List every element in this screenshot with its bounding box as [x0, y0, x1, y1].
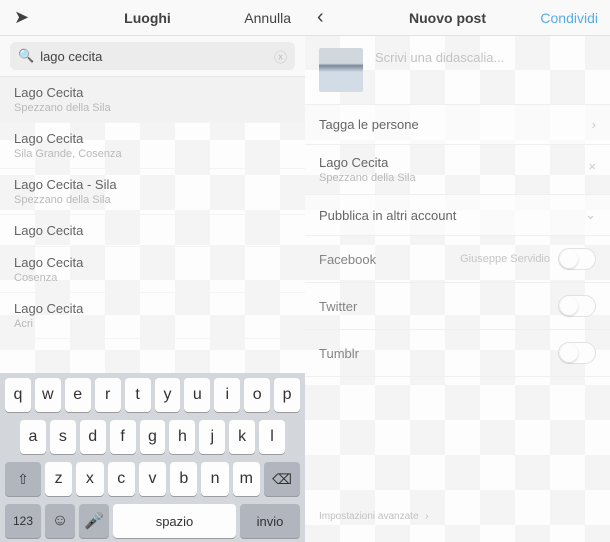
result-item[interactable]: Lago Cecita Acri: [0, 293, 305, 339]
key-c[interactable]: c: [108, 462, 135, 496]
mic-key[interactable]: 🎤: [79, 504, 109, 538]
result-sub: Spezzano della Sila: [14, 102, 291, 114]
result-name: Lago Cecita: [14, 131, 291, 146]
return-key[interactable]: invio: [240, 504, 300, 538]
tag-people-row[interactable]: Tagga le persone ›: [305, 105, 610, 145]
share-label: Twitter: [319, 299, 558, 314]
header: ‹ Nuovo post Condividi: [305, 0, 610, 36]
header-title: Nuovo post: [365, 10, 530, 26]
share-label: Facebook: [319, 252, 460, 267]
share-label: Tumblr: [319, 346, 558, 361]
chevron-right-icon: ›: [425, 511, 428, 522]
key-x[interactable]: x: [76, 462, 103, 496]
key-m[interactable]: m: [233, 462, 260, 496]
result-name: Lago Cecita: [14, 223, 291, 238]
share-facebook-row: Facebook Giuseppe Servidio: [305, 236, 610, 283]
key-l[interactable]: l: [259, 420, 285, 454]
key-f[interactable]: f: [110, 420, 136, 454]
advanced-settings-label: Impostazioni avanzate: [319, 511, 419, 522]
result-sub: Acri: [14, 318, 291, 330]
search-bar: 🔍 ⓧ: [0, 36, 305, 77]
key-w[interactable]: w: [35, 378, 61, 412]
back-icon[interactable]: ‹: [305, 6, 365, 29]
result-sub: Spezzano della Sila: [14, 194, 291, 206]
location-name: Lago Cecita: [319, 155, 596, 170]
result-sub: Cosenza: [14, 272, 291, 284]
key-g[interactable]: g: [140, 420, 166, 454]
chevron-down-icon: ⌄: [585, 207, 596, 223]
location-sub: Spezzano della Sila: [319, 172, 596, 184]
search-input[interactable]: [40, 49, 274, 64]
clear-icon[interactable]: ⓧ: [274, 47, 287, 66]
key-i[interactable]: i: [214, 378, 240, 412]
key-q[interactable]: q: [5, 378, 31, 412]
toggle[interactable]: [558, 295, 596, 317]
key-n[interactable]: n: [201, 462, 228, 496]
result-item[interactable]: Lago Cecita Cosenza: [0, 247, 305, 293]
toggle[interactable]: [558, 248, 596, 270]
advanced-settings[interactable]: Impostazioni avanzate ›: [319, 511, 429, 522]
key-z[interactable]: z: [45, 462, 72, 496]
share-twitter-row: Twitter: [305, 283, 610, 330]
key-h[interactable]: h: [169, 420, 195, 454]
result-sub: Sila Grande, Cosenza: [14, 148, 291, 160]
key-u[interactable]: u: [184, 378, 210, 412]
key-s[interactable]: s: [50, 420, 76, 454]
key-y[interactable]: y: [155, 378, 181, 412]
close-icon[interactable]: ×: [588, 159, 596, 174]
numbers-key[interactable]: 123: [5, 504, 41, 538]
result-item[interactable]: Lago Cecita Spezzano della Sila: [0, 77, 305, 123]
key-v[interactable]: v: [139, 462, 166, 496]
key-e[interactable]: e: [65, 378, 91, 412]
key-k[interactable]: k: [229, 420, 255, 454]
header-title: Luoghi: [60, 10, 235, 26]
result-name: Lago Cecita: [14, 301, 291, 316]
tag-people-label: Tagga le persone: [319, 117, 592, 132]
key-b[interactable]: b: [170, 462, 197, 496]
publish-other-row[interactable]: Pubblica in altri account ⌄: [305, 195, 610, 236]
toggle[interactable]: [558, 342, 596, 364]
caption-area[interactable]: Scrivi una didascalia...: [305, 36, 610, 105]
search-icon: 🔍: [18, 48, 34, 64]
key-d[interactable]: d: [80, 420, 106, 454]
emoji-key[interactable]: ☺: [45, 504, 75, 538]
post-thumbnail[interactable]: [319, 48, 363, 92]
result-name: Lago Cecita: [14, 255, 291, 270]
publish-other-label: Pubblica in altri account: [319, 208, 585, 223]
shift-key[interactable]: ⇧: [5, 462, 41, 496]
cancel-button[interactable]: Annulla: [235, 10, 305, 26]
location-row[interactable]: Lago Cecita Spezzano della Sila ×: [305, 145, 610, 195]
result-item[interactable]: Lago Cecita Sila Grande, Cosenza: [0, 123, 305, 169]
backspace-key[interactable]: ⌫: [264, 462, 300, 496]
caption-input[interactable]: Scrivi una didascalia...: [375, 48, 504, 92]
keyboard: qwertyuiop asdfghjkl ⇧ zxcvbnm ⌫ 123 ☺ 🎤…: [0, 373, 305, 542]
chevron-right-icon: ›: [592, 117, 596, 132]
share-tumblr-row: Tumblr: [305, 330, 610, 377]
result-item[interactable]: Lago Cecita: [0, 215, 305, 247]
space-key[interactable]: spazio: [113, 504, 236, 538]
location-arrow-icon[interactable]: ➤: [0, 7, 60, 28]
header: ➤ Luoghi Annulla: [0, 0, 305, 36]
share-button[interactable]: Condividi: [530, 10, 610, 26]
share-account: Giuseppe Servidio: [460, 253, 550, 265]
key-t[interactable]: t: [125, 378, 151, 412]
key-j[interactable]: j: [199, 420, 225, 454]
result-item[interactable]: Lago Cecita - Sila Spezzano della Sila: [0, 169, 305, 215]
result-name: Lago Cecita: [14, 85, 291, 100]
key-a[interactable]: a: [20, 420, 46, 454]
key-o[interactable]: o: [244, 378, 270, 412]
key-r[interactable]: r: [95, 378, 121, 412]
key-p[interactable]: p: [274, 378, 300, 412]
result-name: Lago Cecita - Sila: [14, 177, 291, 192]
